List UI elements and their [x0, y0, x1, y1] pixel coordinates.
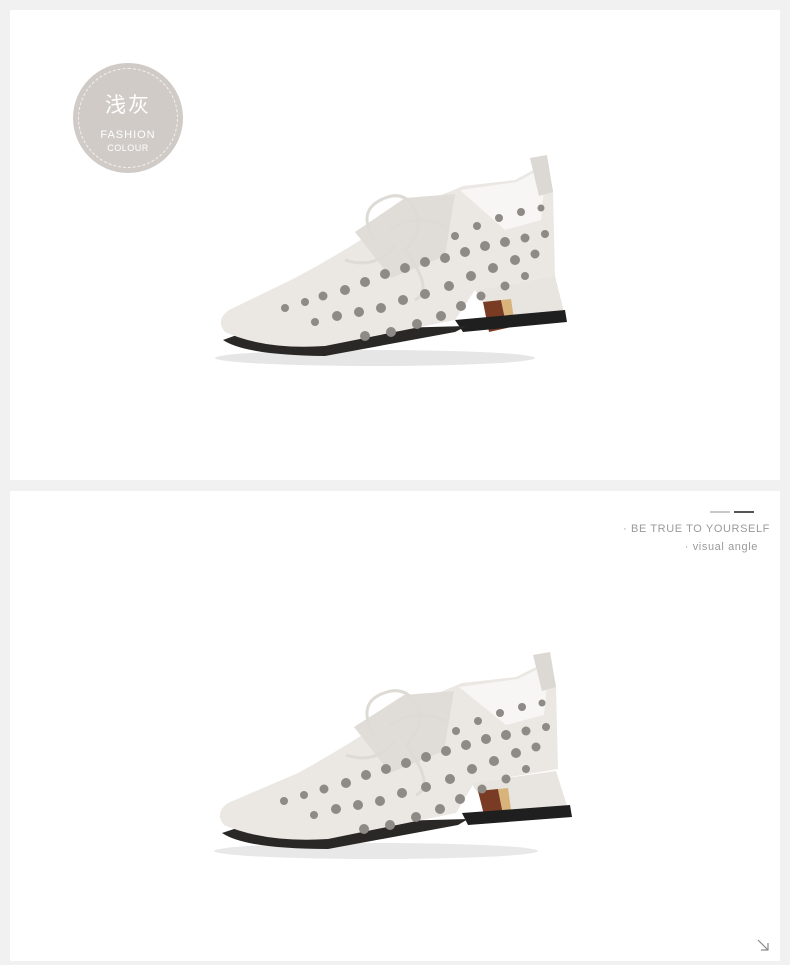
- shoe-image: [214, 652, 572, 859]
- tagline: · BE TRUE TO YOURSELF: [623, 523, 770, 535]
- badge-colour-label: COLOUR: [107, 143, 149, 153]
- product-photo-panel-bottom: · BE TRUE TO YOURSELF · visual angle: [10, 491, 780, 961]
- decorative-bars: [710, 511, 754, 514]
- tagline-sub: · visual angle: [684, 541, 758, 553]
- diagonal-arrow-icon: [757, 939, 769, 951]
- colour-badge: 浅灰 FASHION COLOUR: [73, 63, 183, 173]
- badge-title: 浅灰: [105, 93, 151, 117]
- shoe-image: [215, 155, 567, 366]
- product-photo-panel-top: 浅灰 FASHION COLOUR: [10, 10, 780, 480]
- badge-fashion-label: FASHION: [100, 129, 156, 141]
